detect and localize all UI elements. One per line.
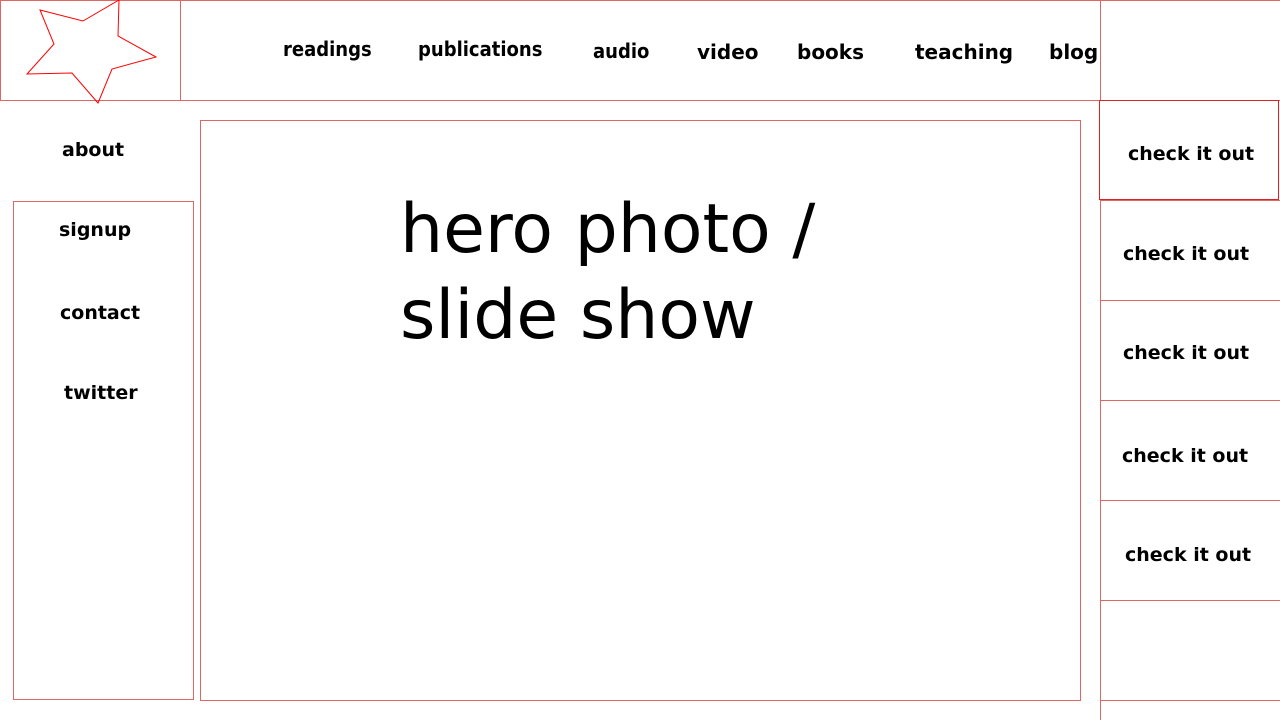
nav-books[interactable]: books (797, 42, 864, 62)
nav-publications[interactable]: publications (418, 39, 542, 59)
sidebar-about[interactable]: about (62, 141, 124, 160)
nav-audio[interactable]: audio (593, 41, 649, 61)
right-empty-box (1100, 600, 1280, 701)
logo-box[interactable] (0, 0, 181, 104)
cta-check-it-out-4[interactable]: check it out (1122, 447, 1248, 466)
hero-caption-line-1: hero photo / (400, 190, 816, 269)
top-right-box (1100, 0, 1280, 101)
hero-caption-line-2: slide show (400, 276, 756, 355)
cta-check-it-out-3[interactable]: check it out (1123, 344, 1249, 363)
nav-readings[interactable]: readings (283, 39, 372, 59)
sidebar-contact[interactable]: contact (60, 304, 140, 323)
wireframe-page: readings publications audio video books … (0, 0, 1280, 720)
sidebar-links-box (13, 201, 194, 700)
nav-teaching[interactable]: teaching (915, 42, 1013, 62)
nav-video[interactable]: video (697, 42, 759, 62)
cta-check-it-out-2[interactable]: check it out (1123, 245, 1249, 264)
sidebar-twitter[interactable]: twitter (64, 384, 138, 403)
sidebar-signup[interactable]: signup (59, 221, 131, 240)
right-bottom-box (1100, 700, 1280, 720)
star-icon (25, 0, 158, 104)
hero-caption: hero photo / slide show (400, 187, 815, 359)
cta-check-it-out-5[interactable]: check it out (1125, 546, 1251, 565)
cta-check-it-out-1[interactable]: check it out (1128, 145, 1254, 164)
nav-blog[interactable]: blog (1049, 42, 1098, 62)
